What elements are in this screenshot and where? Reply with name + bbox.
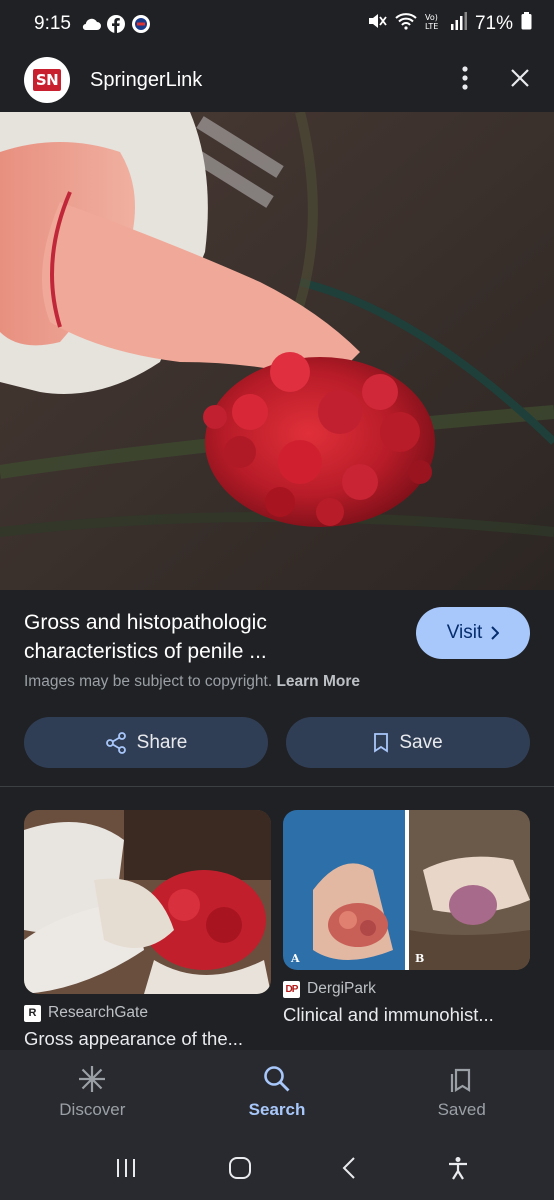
related-results: R ResearchGate Gross appearance of the..… [0, 810, 554, 1050]
researchgate-icon: R [24, 1004, 41, 1022]
result-caption[interactable]: Gross appearance of the... [24, 1028, 271, 1050]
svg-text:Vo): Vo) [425, 13, 438, 22]
nav-search[interactable]: Search [185, 1050, 370, 1140]
share-button[interactable]: Share [24, 717, 268, 768]
accessibility-icon[interactable] [447, 1156, 469, 1185]
visit-button[interactable]: Visit [416, 607, 530, 659]
cloud-icon [81, 17, 101, 31]
site-name[interactable]: SpringerLink [90, 69, 202, 92]
back-icon[interactable] [342, 1156, 356, 1185]
copyright-notice: Images may be subject to copyright. Lear… [24, 673, 360, 690]
panel-label-b: B [415, 952, 424, 965]
recent-apps-icon[interactable] [115, 1157, 137, 1184]
related-card[interactable]: A B DP DergiPark Clinical and immunohist… [283, 810, 530, 1026]
home-icon[interactable] [228, 1156, 252, 1185]
nav-saved[interactable]: Saved [369, 1050, 554, 1140]
bookmark-icon [374, 732, 389, 753]
bottom-navigation: Discover Search Saved [0, 1050, 554, 1140]
signal-icon [450, 12, 467, 36]
volte-icon: Vo) LTE [425, 12, 443, 36]
dergipark-icon: DP [283, 980, 300, 998]
more-options-icon[interactable] [462, 65, 468, 95]
related-thumbnail[interactable]: A B [283, 810, 530, 970]
app-notification-icon [131, 14, 151, 34]
related-thumbnail[interactable] [24, 810, 271, 994]
divider [0, 786, 554, 787]
battery-percent: 71% [474, 13, 513, 34]
result-caption[interactable]: Clinical and immunohist... [283, 1004, 530, 1026]
learn-more-link[interactable]: Learn More [276, 673, 360, 690]
close-icon[interactable] [510, 68, 530, 93]
asterisk-icon [79, 1066, 106, 1092]
save-button[interactable]: Save [286, 717, 530, 768]
facebook-icon [106, 15, 125, 33]
springer-logo[interactable]: SN [24, 57, 70, 103]
preview-image[interactable] [0, 112, 554, 590]
related-card[interactable]: R ResearchGate Gross appearance of the..… [24, 810, 271, 1050]
nav-discover[interactable]: Discover [0, 1050, 185, 1140]
result-title[interactable]: Gross and histopathologic characteristic… [24, 608, 384, 666]
result-source: DP DergiPark [283, 980, 530, 998]
saved-collections-icon [450, 1068, 470, 1092]
chevron-right-icon [491, 626, 500, 640]
clock: 9:15 [34, 13, 71, 34]
mute-icon [367, 12, 387, 36]
wifi-icon [395, 12, 417, 36]
system-navigation-bar [0, 1140, 554, 1200]
search-icon [264, 1066, 290, 1092]
result-source: R ResearchGate [24, 1004, 271, 1022]
status-bar: 9:15 Vo) LTE 71% [0, 0, 554, 48]
share-icon [105, 731, 126, 754]
result-info: Gross and histopathologic characteristic… [0, 590, 554, 786]
svg-text:LTE: LTE [425, 22, 438, 30]
battery-icon [521, 12, 532, 36]
panel-label-a: A [290, 952, 300, 965]
viewer-header: SN SpringerLink [0, 48, 554, 112]
